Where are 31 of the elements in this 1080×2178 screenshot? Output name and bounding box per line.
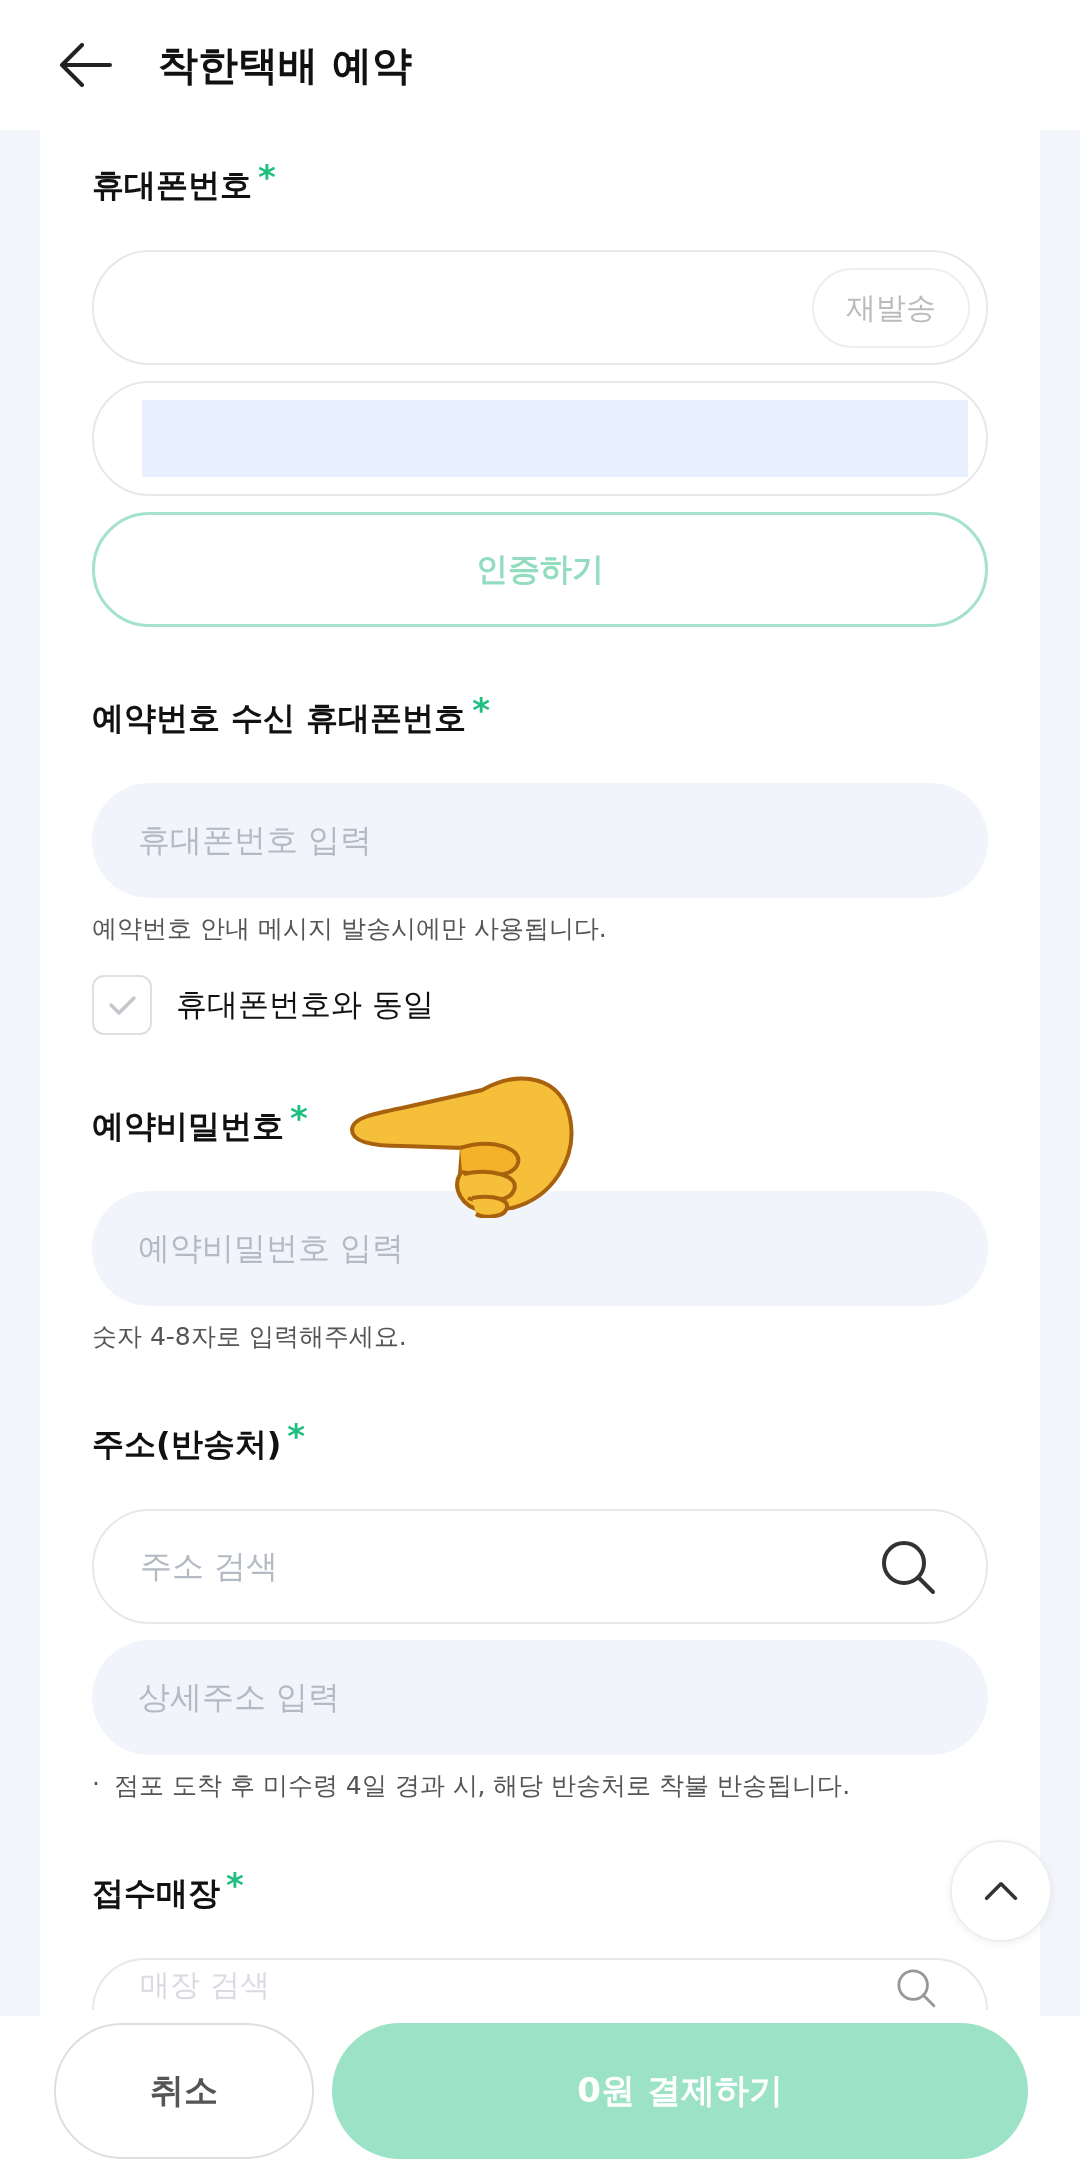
bullet: · (92, 1769, 100, 1800)
field-label: 주소(반송처) (92, 1424, 282, 1465)
input-field[interactable]: 주소 검색 (92, 1509, 988, 1624)
field-label: 예약번호 수신 휴대폰번호 (92, 698, 467, 739)
required-asterisk: * (290, 1101, 308, 1135)
back-arrow-icon[interactable] (58, 43, 112, 87)
required-asterisk: * (226, 1868, 244, 1902)
field-label: 예약비밀번호 (92, 1106, 284, 1147)
placeholder-text: 휴대폰번호 입력 (138, 819, 373, 861)
chevron-up-icon (983, 1880, 1019, 1902)
page-title: 착한택배 예약 (158, 40, 412, 90)
input-field[interactable]: 상세주소 입력 (92, 1640, 988, 1755)
required-asterisk: * (287, 1419, 306, 1453)
field-label: 접수매장 (92, 1873, 220, 1914)
helper-text: 점포 도착 후 미수령 4일 경과 시, 해당 반송처로 착불 반송됩니다. (113, 1770, 851, 1802)
input-field[interactable]: 재발송 (92, 250, 988, 365)
input-field[interactable]: 예약비밀번호 입력 (92, 1191, 988, 1306)
helper-text: 예약번호 안내 메시지 발송시에만 사용됩니다. (92, 913, 607, 945)
placeholder-text: 주소 검색 (140, 1545, 279, 1587)
placeholder-text: 예약비밀번호 입력 (138, 1227, 405, 1269)
input-field[interactable]: 휴대폰번호 입력 (92, 783, 988, 898)
field-label: 휴대폰번호 (92, 165, 252, 206)
cancel-button[interactable]: 취소 (54, 2023, 314, 2159)
resend-button[interactable]: 재발송 (812, 268, 970, 348)
checkbox-label[interactable]: 휴대폰번호와 동일 (176, 984, 434, 1026)
search-icon[interactable] (880, 1539, 936, 1595)
required-asterisk: * (258, 160, 276, 194)
helper-text: 숫자 4-8자로 입력해주세요. (92, 1321, 407, 1353)
required-asterisk: * (472, 693, 491, 727)
placeholder-text: 상세주소 입력 (138, 1676, 341, 1718)
checkbox[interactable] (92, 975, 152, 1035)
